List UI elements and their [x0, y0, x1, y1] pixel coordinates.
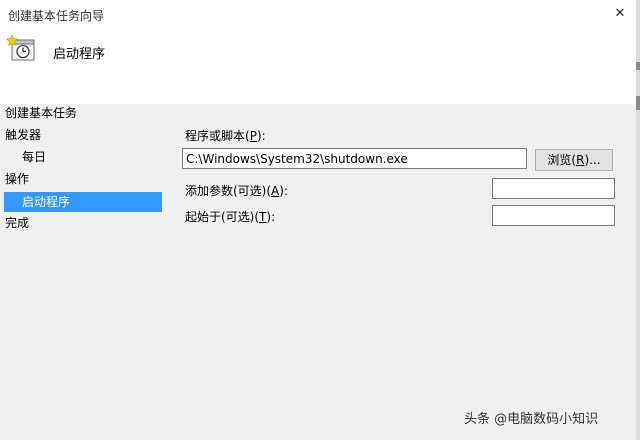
- close-button[interactable]: ✕: [604, 0, 636, 26]
- border-mark: [636, 62, 640, 70]
- start-in-label: 起始于(可选)(T):: [185, 210, 276, 224]
- start-in-input[interactable]: [492, 205, 615, 226]
- wizard-window: 创建基本任务向导 ✕ 启动程序 创建基本任务 触发器 每日 操作 启动程序 完成…: [0, 0, 640, 440]
- nav-item-finish[interactable]: 完成: [5, 214, 29, 232]
- nav-item-action[interactable]: 操作: [5, 170, 29, 188]
- nav-item-trigger[interactable]: 触发器: [5, 126, 41, 144]
- border-mark: [636, 96, 640, 110]
- arguments-input[interactable]: [492, 178, 615, 199]
- arguments-label: 添加参数(可选)(A):: [185, 184, 288, 198]
- nav-item-start-program[interactable]: 启动程序: [22, 193, 70, 211]
- program-path-input[interactable]: [182, 148, 527, 169]
- browse-button[interactable]: 浏览(R)...: [535, 149, 613, 171]
- nav-section-title: 创建基本任务: [5, 106, 78, 120]
- window-title: 创建基本任务向导: [8, 9, 105, 23]
- task-scheduler-icon: [5, 34, 36, 64]
- nav-item-daily[interactable]: 每日: [22, 148, 46, 166]
- close-icon: ✕: [614, 5, 626, 21]
- page-title: 启动程序: [53, 47, 106, 62]
- program-label: 程序或脚本(P):: [185, 129, 266, 143]
- watermark-text: 头条 @电脑数码小知识: [464, 412, 599, 427]
